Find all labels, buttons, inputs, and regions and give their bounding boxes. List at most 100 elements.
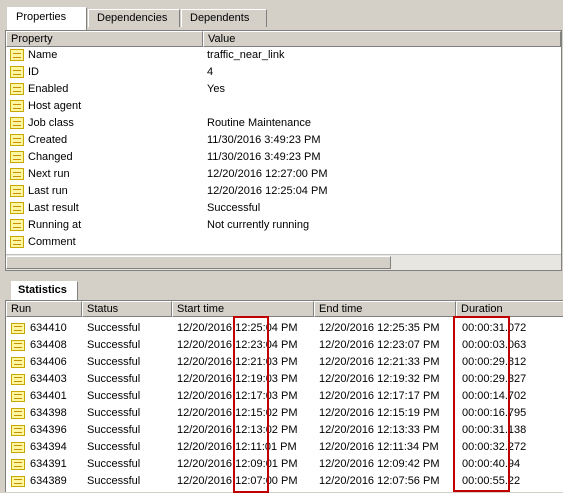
column-header-duration[interactable]: Duration xyxy=(456,301,563,317)
property-row[interactable]: Job class Routine Maintenance xyxy=(6,115,561,132)
run-icon xyxy=(11,476,25,487)
property-row[interactable]: ID 4 xyxy=(6,64,561,81)
property-value: Not currently running xyxy=(207,219,310,231)
property-icon xyxy=(10,100,24,112)
run-id: 634406 xyxy=(30,356,67,368)
run-icon xyxy=(11,340,25,351)
property-icon xyxy=(10,117,24,129)
property-icon xyxy=(10,66,24,78)
property-value: 12/20/2016 12:27:00 PM xyxy=(207,168,328,180)
property-row[interactable]: Name traffic_near_link xyxy=(6,47,561,64)
run-icon xyxy=(11,357,25,368)
tab-dependents-label: Dependents xyxy=(190,12,250,24)
detail-tab-strip: Properties Dependencies Dependents xyxy=(0,0,563,30)
property-row[interactable]: Next run 12/20/2016 12:27:00 PM xyxy=(6,166,561,183)
properties-horizontal-scrollbar[interactable] xyxy=(6,254,561,270)
property-row[interactable]: Changed 11/30/2016 3:49:23 PM xyxy=(6,149,561,166)
property-name: Enabled xyxy=(28,83,69,95)
column-header-property[interactable]: Property xyxy=(6,31,203,47)
property-row[interactable]: Host agent xyxy=(6,98,561,115)
run-status: Successful xyxy=(87,339,141,351)
properties-grid: Property Value Name traffic_near_link ID 4 E… xyxy=(5,30,562,271)
property-name: Comment xyxy=(28,236,76,248)
column-header-run[interactable]: Run xyxy=(6,301,82,317)
run-end-time: 12/20/2016 12:15:19 PM xyxy=(319,407,440,419)
property-name: Last run xyxy=(28,185,68,197)
property-row[interactable]: Last run 12/20/2016 12:25:04 PM xyxy=(6,183,561,200)
run-status: Successful xyxy=(87,475,141,487)
run-icon xyxy=(11,408,25,419)
property-value: 12/20/2016 12:25:04 PM xyxy=(207,185,328,197)
panel-splitter[interactable] xyxy=(0,271,563,275)
run-end-time: 12/20/2016 12:13:33 PM xyxy=(319,424,440,436)
run-end-time: 12/20/2016 12:11:34 PM xyxy=(319,441,439,453)
run-status: Successful xyxy=(87,407,141,419)
property-name: Created xyxy=(28,134,68,146)
run-id: 634403 xyxy=(30,373,67,385)
run-status: Successful xyxy=(87,390,141,402)
property-name: Host agent xyxy=(28,100,82,112)
property-value: 4 xyxy=(207,66,214,78)
property-name: Name xyxy=(28,49,58,61)
tab-dependencies-label: Dependencies xyxy=(97,12,168,24)
column-header-value[interactable]: Value xyxy=(203,31,561,47)
tab-properties[interactable]: Properties xyxy=(7,7,87,30)
run-icon xyxy=(11,459,25,470)
property-icon xyxy=(10,83,24,95)
tab-dependents[interactable]: Dependents xyxy=(181,9,267,27)
run-id: 634391 xyxy=(30,458,67,470)
property-row[interactable]: Enabled Yes xyxy=(6,81,561,98)
column-header-start-time[interactable]: Start time xyxy=(172,301,314,317)
property-name: Last result xyxy=(28,202,79,214)
run-status: Successful xyxy=(87,424,141,436)
property-name: Next run xyxy=(28,168,70,180)
run-status: Successful xyxy=(87,458,141,470)
run-end-time: 12/20/2016 12:23:07 PM xyxy=(319,339,440,351)
property-name: Changed xyxy=(28,151,73,163)
property-name: Running at xyxy=(28,219,82,231)
property-name: Job class xyxy=(28,117,74,129)
run-id: 634410 xyxy=(30,322,67,334)
run-end-time: 12/20/2016 12:17:17 PM xyxy=(319,390,440,402)
tab-statistics[interactable]: Statistics xyxy=(11,281,78,300)
tab-dependencies[interactable]: Dependencies xyxy=(88,9,180,27)
run-id: 634389 xyxy=(30,475,67,487)
run-id: 634408 xyxy=(30,339,67,351)
property-icon xyxy=(10,202,24,214)
run-status: Successful xyxy=(87,441,141,453)
property-row[interactable]: Last result Successful xyxy=(6,200,561,217)
property-icon xyxy=(10,134,24,146)
run-icon xyxy=(11,425,25,436)
duration-seconds-highlight xyxy=(453,316,510,492)
run-end-time: 12/20/2016 12:21:33 PM xyxy=(319,356,440,368)
property-row[interactable]: Running at Not currently running xyxy=(6,217,561,234)
property-value: Successful xyxy=(207,202,261,214)
property-row[interactable]: Comment xyxy=(6,234,561,251)
run-status: Successful xyxy=(87,356,141,368)
run-id: 634394 xyxy=(30,441,67,453)
run-icon xyxy=(11,374,25,385)
property-value: Yes xyxy=(207,83,225,95)
property-icon xyxy=(10,219,24,231)
run-end-time: 12/20/2016 12:25:35 PM xyxy=(319,322,440,334)
run-end-time: 12/20/2016 12:19:32 PM xyxy=(319,373,440,385)
run-end-time: 12/20/2016 12:07:56 PM xyxy=(319,475,440,487)
column-header-end-time[interactable]: End time xyxy=(314,301,456,317)
property-row[interactable]: Created 11/30/2016 3:49:23 PM xyxy=(6,132,561,149)
property-icon xyxy=(10,236,24,248)
run-status: Successful xyxy=(87,373,141,385)
run-id: 634398 xyxy=(30,407,67,419)
scrollbar-thumb[interactable] xyxy=(6,256,391,269)
column-header-status[interactable]: Status xyxy=(82,301,172,317)
run-icon xyxy=(11,391,25,402)
run-end-time: 12/20/2016 12:09:42 PM xyxy=(319,458,440,470)
property-name: ID xyxy=(28,66,39,78)
property-icon xyxy=(10,168,24,180)
property-value: Routine Maintenance xyxy=(207,117,311,129)
run-status: Successful xyxy=(87,322,141,334)
property-value: 11/30/2016 3:49:23 PM xyxy=(207,151,321,163)
property-value: traffic_near_link xyxy=(207,49,285,61)
run-icon xyxy=(11,323,25,334)
start-time-minutes-highlight xyxy=(233,316,269,493)
property-icon xyxy=(10,49,24,61)
